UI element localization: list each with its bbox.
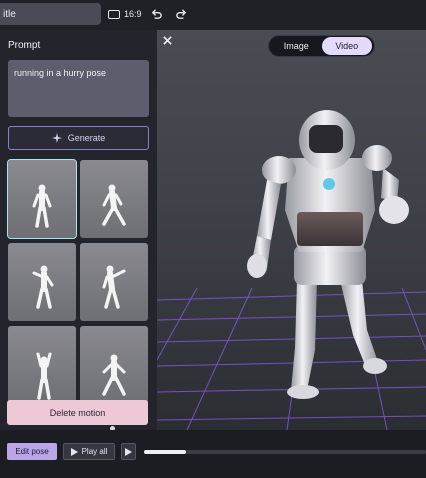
generate-button[interactable]: Generate (8, 126, 149, 150)
close-panel-button[interactable] (160, 33, 174, 47)
top-bar: 16:9 (0, 0, 426, 30)
pose-figure (36, 352, 52, 400)
pose-figure (32, 184, 52, 228)
close-icon (162, 35, 172, 45)
robot-preview (157, 110, 426, 430)
motion-thumbnail[interactable] (80, 326, 148, 404)
prompt-input[interactable]: running in a hurry pose (8, 60, 149, 117)
mode-image-button[interactable]: Image (271, 37, 322, 55)
preview-stage (157, 30, 426, 430)
play-button[interactable] (121, 443, 136, 460)
play-all-label: Play all (81, 447, 108, 456)
play-icon (70, 447, 78, 456)
delete-motion-button[interactable]: Delete motion (7, 400, 148, 425)
motion-thumbnail[interactable] (7, 159, 77, 239)
aspect-ratio-icon (108, 9, 120, 19)
motion-thumbnail[interactable] (8, 243, 76, 321)
generate-label: Generate (67, 133, 106, 143)
undo-icon (151, 8, 162, 19)
sparkle-icon (51, 133, 62, 143)
timeline-progress (144, 450, 187, 454)
play-all-button[interactable]: Play all (63, 443, 115, 460)
panel-title: Prompt (8, 40, 41, 51)
mode-toggle: Image Video (268, 35, 375, 57)
mode-video-button[interactable]: Video (321, 37, 372, 55)
undo-button[interactable] (148, 6, 164, 22)
redo-icon (175, 8, 186, 19)
floor-grid (157, 287, 426, 430)
play-icon (125, 447, 132, 456)
edit-pose-button[interactable]: Edit pose (7, 443, 57, 460)
pose-figure (102, 354, 126, 396)
aspect-ratio-button[interactable]: 16:9 (108, 6, 142, 22)
pose-figure (102, 184, 126, 226)
pose-figure (102, 265, 126, 309)
aspect-ratio-label: 16:9 (124, 9, 142, 19)
pose-figure (32, 265, 54, 309)
timeline-scrubber[interactable] (144, 450, 426, 454)
title-input[interactable] (0, 3, 101, 25)
motion-thumbnail[interactable] (80, 160, 148, 238)
motion-thumbnail[interactable] (80, 243, 148, 321)
redo-button[interactable] (173, 6, 189, 22)
motion-thumbnail[interactable] (8, 326, 76, 404)
